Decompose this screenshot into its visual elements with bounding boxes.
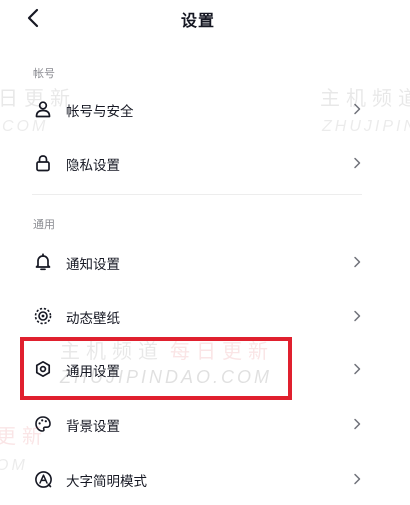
section-title-general: 通用	[33, 218, 55, 231]
settings-item-general[interactable]: 通用设置	[0, 349, 410, 389]
chevron-right-icon	[350, 309, 364, 323]
page-title: 设置	[180, 11, 215, 30]
settings-item-large-text-mode[interactable]: 大字简明模式	[0, 459, 410, 499]
settings-item-label: 隐私设置	[66, 158, 120, 174]
settings-item-label: 通知设置	[66, 257, 120, 273]
chevron-right-icon	[350, 472, 364, 486]
chevron-right-icon	[350, 362, 364, 376]
settings-item-label: 动态壁纸	[66, 311, 120, 327]
settings-item-live-wallpaper[interactable]: 动态壁纸	[0, 296, 410, 336]
chevron-right-icon	[350, 156, 364, 170]
settings-item-label: 通用设置	[66, 364, 120, 380]
text-size-icon	[32, 468, 54, 490]
section-title-account: 帐号	[33, 67, 55, 80]
bell-icon	[32, 251, 54, 273]
gear-icon	[32, 358, 54, 380]
chevron-right-icon	[350, 255, 364, 269]
settings-item-privacy[interactable]: 隐私设置	[0, 143, 410, 183]
settings-item-label: 帐号与安全	[66, 104, 134, 120]
lock-icon	[32, 152, 54, 174]
live-wallpaper-icon	[32, 305, 54, 327]
palette-icon	[32, 413, 54, 435]
section-divider	[32, 194, 362, 195]
settings-item-account-security[interactable]: 帐号与安全	[0, 89, 410, 129]
settings-item-label: 背景设置	[66, 419, 120, 435]
settings-item-notifications[interactable]: 通知设置	[0, 242, 410, 282]
chevron-right-icon	[350, 102, 364, 116]
settings-item-background[interactable]: 背景设置	[0, 404, 410, 444]
settings-item-label: 大字简明模式	[66, 474, 147, 490]
top-bar: 设置	[0, 0, 410, 36]
chevron-right-icon	[350, 417, 364, 431]
person-icon	[32, 98, 54, 120]
